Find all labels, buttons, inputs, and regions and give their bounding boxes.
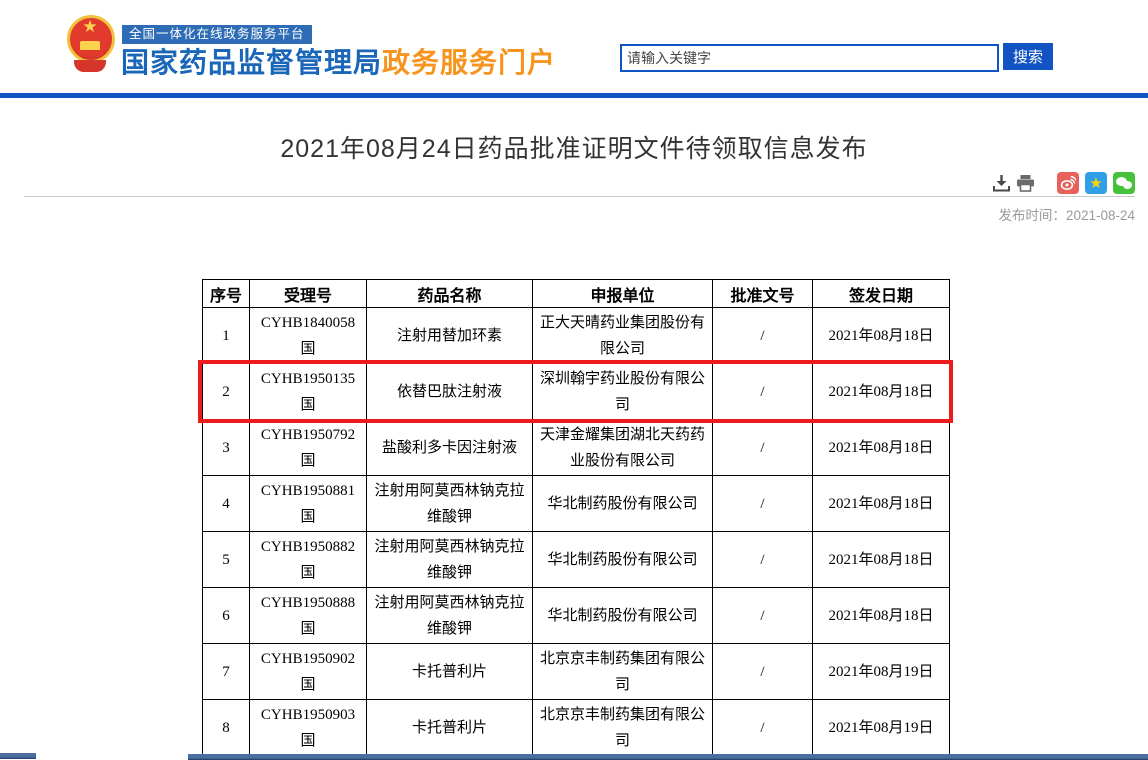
table-row: 4CYHB1950881国注射用阿莫西林钠克拉维酸钾华北制药股份有限公司/202… [203,476,950,532]
table-cell: CYHB1950792国 [250,420,367,476]
table-cell: 卡托普利片 [367,644,533,700]
table-cell: 1 [203,308,250,364]
table-cell: 8 [203,700,250,756]
drug-table-wrap: 序号 受理号 药品名称 申报单位 批准文号 签发日期 1CYHB1840058国… [202,279,951,756]
table-cell: / [713,644,813,700]
table-cell: 深圳翰宇药业股份有限公司 [533,364,713,420]
table-cell: 2021年08月18日 [813,308,950,364]
download-icon[interactable] [991,173,1011,193]
column-header-issue-date: 签发日期 [813,280,950,308]
table-body: 1CYHB1840058国注射用替加环素正大天晴药业集团股份有限公司/2021年… [203,308,950,756]
table-cell: 7 [203,644,250,700]
table-cell: 注射用替加环素 [367,308,533,364]
table-cell: 天津金耀集团湖北天药药业股份有限公司 [533,420,713,476]
column-header-applicant: 申报单位 [533,280,713,308]
table-cell: / [713,700,813,756]
drug-table: 序号 受理号 药品名称 申报单位 批准文号 签发日期 1CYHB1840058国… [202,279,950,756]
table-cell: 3 [203,420,250,476]
table-row: 3CYHB1950792国盐酸利多卡因注射液天津金耀集团湖北天药药业股份有限公司… [203,420,950,476]
table-row: 2CYHB1950135国依替巴肽注射液深圳翰宇药业股份有限公司/2021年08… [203,364,950,420]
table-row: 6CYHB1950888国注射用阿莫西林钠克拉维酸钾华北制药股份有限公司/202… [203,588,950,644]
table-row: 1CYHB1840058国注射用替加环素正大天晴药业集团股份有限公司/2021年… [203,308,950,364]
table-cell: 华北制药股份有限公司 [533,532,713,588]
table-cell: 2021年08月19日 [813,700,950,756]
table-row: 5CYHB1950882国注射用阿莫西林钠克拉维酸钾华北制药股份有限公司/202… [203,532,950,588]
table-cell: / [713,476,813,532]
table-cell: 注射用阿莫西林钠克拉维酸钾 [367,532,533,588]
table-cell: 北京京丰制药集团有限公司 [533,644,713,700]
table-header-row: 序号 受理号 药品名称 申报单位 批准文号 签发日期 [203,280,950,308]
table-cell: CYHB1950903国 [250,700,367,756]
table-cell: 华北制药股份有限公司 [533,588,713,644]
table-cell: 5 [203,532,250,588]
page: ★ 全国一体化在线政务服务平台 国家药品监督管理局政务服务门户 搜索 2021年… [0,0,1148,760]
bottom-bar [188,754,1148,760]
table-cell: 注射用阿莫西林钠克拉维酸钾 [367,588,533,644]
wechat-bubble [1123,181,1132,189]
table-cell: / [713,588,813,644]
table-cell: / [713,420,813,476]
table-cell: 华北制药股份有限公司 [533,476,713,532]
weibo-share-icon[interactable] [1057,172,1079,194]
column-header-drug-name: 药品名称 [367,280,533,308]
table-cell: CYHB1950881国 [250,476,367,532]
emblem-gate-shape [80,41,100,50]
search-button[interactable]: 搜索 [1003,43,1053,70]
table-cell: CYHB1950882国 [250,532,367,588]
table-cell: / [713,532,813,588]
table-cell: 依替巴肽注射液 [367,364,533,420]
horizontal-divider [24,196,1135,197]
emblem-ribbon [74,60,106,72]
table-row: 8CYHB1950903国卡托普利片北京京丰制药集团有限公司/2021年08月1… [203,700,950,756]
column-header-approval-no: 批准文号 [713,280,813,308]
table-cell: CYHB1840058国 [250,308,367,364]
print-icon[interactable] [1015,173,1035,193]
table-cell: CYHB1950135国 [250,364,367,420]
table-cell: 2021年08月18日 [813,364,950,420]
article-toolbar: ★ [0,172,1135,194]
table-cell: 北京京丰制药集团有限公司 [533,700,713,756]
table-row: 7CYHB1950902国卡托普利片北京京丰制药集团有限公司/2021年08月1… [203,644,950,700]
table-cell: CYHB1950902国 [250,644,367,700]
bottom-bar-fragment [0,753,36,759]
site-name: 国家药品监督管理局 [121,47,382,78]
table-cell: 盐酸利多卡因注射液 [367,420,533,476]
page-title: 2021年08月24日药品批准证明文件待领取信息发布 [0,129,1148,165]
search-input[interactable] [620,44,999,72]
table-cell: / [713,364,813,420]
emblem-star-icon: ★ [66,17,114,37]
table-cell: 正大天晴药业集团股份有限公司 [533,308,713,364]
column-header-seq: 序号 [203,280,250,308]
wechat-share-icon[interactable] [1113,172,1135,194]
site-title: 国家药品监督管理局政务服务门户 [121,41,556,81]
site-portal-suffix: 政务服务门户 [382,47,556,78]
table-cell: 2021年08月19日 [813,644,950,700]
qzone-share-icon[interactable]: ★ [1085,172,1107,194]
table-cell: 6 [203,588,250,644]
table-cell: 2 [203,364,250,420]
table-cell: 注射用阿莫西林钠克拉维酸钾 [367,476,533,532]
table-cell: CYHB1950888国 [250,588,367,644]
table-cell: 2021年08月18日 [813,420,950,476]
table-cell: / [713,308,813,364]
table-cell: 4 [203,476,250,532]
table-cell: 2021年08月18日 [813,588,950,644]
table-cell: 2021年08月18日 [813,532,950,588]
table-cell: 2021年08月18日 [813,476,950,532]
column-header-acceptance-no: 受理号 [250,280,367,308]
table-cell: 卡托普利片 [367,700,533,756]
header-divider-bar [0,93,1148,98]
national-emblem-logo: ★ [66,14,114,76]
publish-time: 发布时间：2021-08-24 [998,204,1135,224]
site-header: ★ 全国一体化在线政务服务平台 国家药品监督管理局政务服务门户 搜索 [0,0,1148,93]
